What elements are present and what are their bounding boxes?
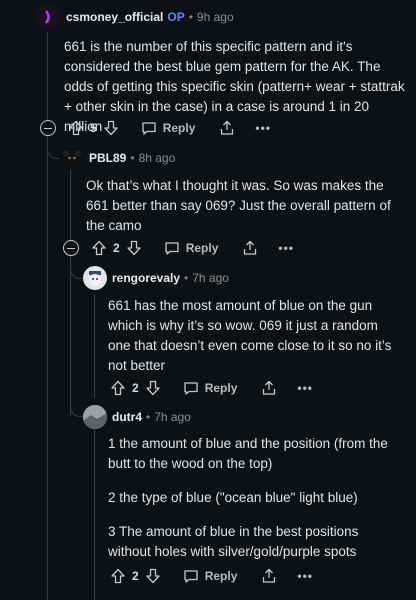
comment-meta: csmoney_official OP • 9h ago	[66, 10, 234, 24]
comment-paragraph: 3 The amount of blue in the best positio…	[108, 524, 359, 559]
comment-icon	[184, 570, 198, 583]
avatar[interactable]	[36, 5, 60, 29]
avatar[interactable]	[83, 266, 107, 290]
separator: •	[184, 271, 189, 285]
downvote-icon[interactable]	[126, 240, 142, 256]
op-badge: OP	[167, 10, 185, 24]
downvote-icon[interactable]	[103, 120, 119, 136]
upvote-icon[interactable]	[91, 240, 107, 256]
comment-paragraph: 1 the amount of blue and the position (f…	[108, 436, 388, 471]
avatar[interactable]	[60, 146, 84, 170]
timestamp: 7h ago	[154, 410, 191, 424]
share-icon	[263, 568, 276, 583]
thread-line	[70, 256, 71, 416]
reply-button[interactable]: Reply	[141, 120, 196, 136]
username[interactable]: PBL89	[89, 151, 126, 165]
downvote-icon[interactable]	[145, 380, 161, 396]
share-icon	[221, 120, 234, 135]
reply-button[interactable]: Reply	[183, 380, 238, 396]
thread-line	[94, 294, 95, 398]
vote-count: 2	[113, 241, 120, 255]
vote-group: 2	[91, 240, 142, 256]
share-icon	[263, 380, 276, 395]
vote-group: 5	[68, 120, 119, 136]
collapse-thread-button[interactable]	[63, 240, 79, 256]
share-icon	[244, 240, 257, 255]
thread-line	[94, 428, 95, 600]
comment-meta: rengorevaly • 7h ago	[112, 271, 229, 285]
collapse-thread-button[interactable]	[40, 120, 56, 136]
upvote-icon[interactable]	[110, 568, 126, 584]
comment-actions: 2 Reply •••	[110, 564, 329, 588]
comment-paragraph: Ok that’s what I thought it was. So was …	[86, 178, 391, 233]
share-button[interactable]	[261, 380, 277, 396]
reply-label: Reply	[204, 381, 238, 395]
share-button[interactable]	[261, 568, 277, 584]
timestamp: 8h ago	[138, 151, 176, 165]
reply-label: Reply	[162, 121, 196, 135]
comment-icon	[165, 242, 179, 255]
vote-count: 2	[132, 569, 139, 583]
comment-actions: 2 Reply •••	[63, 236, 310, 260]
share-button[interactable]	[219, 120, 235, 136]
avatar[interactable]	[83, 405, 107, 429]
comment-icon	[142, 122, 156, 135]
thread-line	[47, 32, 48, 120]
vote-count: 2	[132, 381, 139, 395]
share-button[interactable]	[242, 240, 258, 256]
vote-group: 2	[110, 568, 161, 584]
comment-actions: 2 Reply •••	[110, 376, 329, 400]
separator: •	[188, 10, 193, 24]
reply-label: Reply	[185, 241, 219, 255]
reply-label: Reply	[204, 569, 238, 583]
comment-paragraph: 661 has the most amount of blue on the g…	[108, 298, 392, 373]
thread-line	[70, 170, 71, 240]
thread-line	[47, 136, 48, 600]
comment-meta: PBL89 • 8h ago	[89, 151, 175, 165]
more-options-button[interactable]: •••	[255, 121, 271, 135]
comment-body: 1 the amount of blue and the position (f…	[108, 434, 404, 576]
downvote-icon[interactable]	[145, 568, 161, 584]
comment-paragraph: 2 the type of blue ("ocean blue" light b…	[108, 490, 358, 505]
separator: •	[130, 151, 135, 165]
vote-count: 5	[90, 121, 97, 135]
upvote-icon[interactable]	[110, 380, 126, 396]
more-options-button[interactable]: •••	[278, 241, 294, 255]
upvote-icon[interactable]	[68, 120, 84, 136]
timestamp: 9h ago	[196, 10, 234, 24]
timestamp: 7h ago	[192, 271, 229, 285]
username[interactable]: dutr4	[112, 410, 142, 424]
more-options-button[interactable]: •••	[297, 381, 313, 395]
more-options-button[interactable]: •••	[297, 569, 313, 583]
comment-actions: 5 Reply •••	[40, 116, 287, 140]
reply-button[interactable]: Reply	[183, 568, 238, 584]
separator: •	[146, 410, 151, 424]
comment-meta: dutr4 • 7h ago	[112, 410, 191, 424]
vote-group: 2	[110, 380, 161, 396]
username[interactable]: csmoney_official	[66, 10, 163, 24]
reply-button[interactable]: Reply	[164, 240, 219, 256]
username[interactable]: rengorevaly	[112, 271, 180, 285]
comment-icon	[184, 382, 198, 395]
